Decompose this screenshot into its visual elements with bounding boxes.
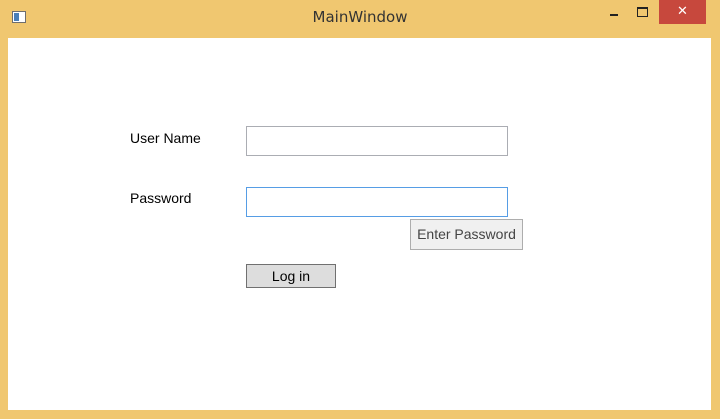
close-button[interactable]: ✕ — [659, 0, 706, 24]
username-input[interactable] — [246, 126, 508, 156]
minimize-button[interactable] — [600, 0, 628, 24]
password-input[interactable] — [246, 187, 508, 217]
login-button[interactable]: Log in — [246, 264, 336, 288]
close-icon: ✕ — [677, 4, 688, 19]
enter-password-button[interactable]: Enter Password — [410, 219, 523, 250]
main-window: MainWindow ✕ User Name Password Enter Pa… — [0, 0, 720, 419]
client-area: User Name Password Enter Password Log in — [8, 38, 711, 410]
title-bar[interactable]: MainWindow ✕ — [0, 0, 720, 38]
username-label: User Name — [130, 130, 201, 146]
maximize-button[interactable] — [628, 0, 656, 24]
password-label: Password — [130, 190, 192, 206]
